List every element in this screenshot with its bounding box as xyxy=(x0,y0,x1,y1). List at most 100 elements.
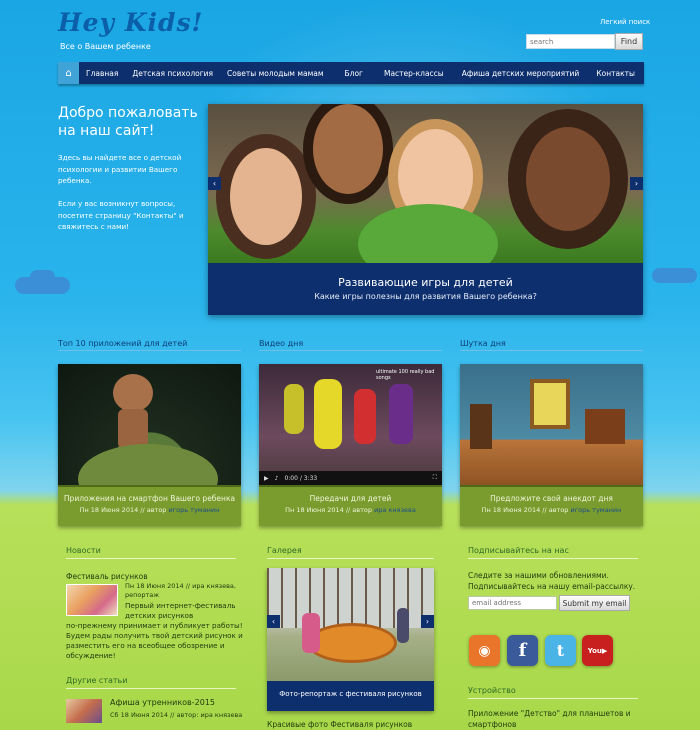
nav-item-events[interactable]: Афиша детских мероприятий xyxy=(455,69,590,78)
search-button[interactable]: Find xyxy=(615,33,643,50)
nav-item-blog[interactable]: Блог xyxy=(338,69,377,78)
rss-icon[interactable]: ◉ xyxy=(469,635,500,666)
other-article-title[interactable]: Афиша утренников-2015 xyxy=(110,698,215,707)
other-articles-heading: Другие статьи xyxy=(66,676,236,689)
video-controls[interactable]: ▶ ♪ 0:00 / 3:33 ⛶ xyxy=(259,471,442,485)
child-shirt xyxy=(358,204,498,263)
fullscreen-icon[interactable]: ⛶ xyxy=(433,474,437,482)
card-caption: Приложения на смартфон Вашего ребенка Пн… xyxy=(58,485,241,526)
device-heading: Устройство xyxy=(468,686,638,699)
slider-next-button[interactable]: › xyxy=(630,177,643,190)
section-title-apps: Топ 10 приложений для детей xyxy=(58,339,241,351)
gallery-prev-button[interactable]: ‹ xyxy=(267,615,280,628)
slide-title[interactable]: Развивающие игры для детей xyxy=(208,276,643,289)
video-overlay-text: ultimate 100 really bad songs xyxy=(376,369,435,381)
search-input[interactable] xyxy=(526,34,615,49)
window xyxy=(530,379,570,429)
nav-item-contacts[interactable]: Контакты xyxy=(589,69,642,78)
dresser xyxy=(585,409,625,444)
card-caption: Предложите свой анекдот дня Пн 18 Июня 2… xyxy=(460,485,643,526)
news-item-title[interactable]: Фестиваль рисунков xyxy=(66,572,148,581)
news-heading: Новости xyxy=(66,546,236,559)
card-apps[interactable]: Приложения на смартфон Вашего ребенка Пн… xyxy=(58,364,241,526)
card-title[interactable]: Предложите свой анекдот дня xyxy=(460,494,643,503)
subscribe-button[interactable]: Submit my email xyxy=(559,595,630,611)
nav-item-main[interactable]: Главная xyxy=(79,69,125,78)
search-title: Легкий поиск xyxy=(600,18,651,26)
home-icon[interactable]: ⌂ xyxy=(58,62,79,84)
character xyxy=(354,389,376,444)
play-icon[interactable]: ▶ xyxy=(264,475,269,482)
card-video[interactable]: ultimate 100 really bad songs ▶ ♪ 0:00 /… xyxy=(259,364,442,526)
gallery-next-button[interactable]: › xyxy=(421,615,434,628)
video-player[interactable]: ultimate 100 really bad songs ▶ ♪ 0:00 /… xyxy=(259,364,442,485)
card-image xyxy=(58,364,241,485)
child-face xyxy=(216,134,316,259)
nav-item-psychology[interactable]: Детская психология xyxy=(125,69,220,78)
welcome-text-2: Если у вас возникнут вопросы, посетите с… xyxy=(58,199,184,231)
welcome-text-1: Здесь вы найдете все о детской психологи… xyxy=(58,153,182,185)
door xyxy=(470,404,492,449)
sackboy-body xyxy=(118,409,148,449)
other-article-thumbnail[interactable] xyxy=(66,699,102,723)
slide-photo xyxy=(208,104,643,263)
slide-caption: Развивающие игры для детей Какие игры по… xyxy=(208,263,643,315)
slide-subtitle: Какие игры полезны для развития Вашего р… xyxy=(314,292,537,301)
site-tagline: Все о Вашем ребенке xyxy=(60,42,151,51)
child-face xyxy=(303,104,393,204)
nav-item-masterclasses[interactable]: Мастер-классы xyxy=(377,69,455,78)
section-title-video: Видео дня xyxy=(259,339,442,351)
card-meta: Пн 18 Июня 2014 // автор игорь туманин xyxy=(460,506,643,514)
character xyxy=(314,379,342,449)
card-author[interactable]: игорь туманин xyxy=(571,506,622,514)
child-face xyxy=(508,109,628,249)
card-author[interactable]: игорь туманин xyxy=(169,506,220,514)
hero-slider[interactable]: ‹ › Развивающие игры для детей Какие игр… xyxy=(208,104,643,315)
main-nav: ⌂ Главная Детская психология Советы моло… xyxy=(58,62,644,84)
card-meta: Пн 18 Июня 2014 // автор игорь туманин xyxy=(58,506,241,514)
child-figure xyxy=(397,608,409,643)
card-meta: Пн 18 Июня 2014 // автор ира князева xyxy=(259,506,442,514)
facebook-icon[interactable]: f xyxy=(507,635,538,666)
gallery-description[interactable]: Красивые фото Фестиваля рисунков xyxy=(267,720,412,729)
card-date: Пн 18 Июня 2014 // автор xyxy=(285,506,372,514)
carousel-ride xyxy=(307,623,397,663)
section-title-joke: Шутка дня xyxy=(460,339,643,351)
card-title[interactable]: Передачи для детей xyxy=(259,494,442,503)
email-field[interactable] xyxy=(468,596,557,610)
subscribe-heading: Подписывайтесь на нас xyxy=(468,546,638,559)
character xyxy=(389,384,413,444)
card-date: Пн 18 Июня 2014 // автор xyxy=(79,506,167,514)
gallery-slider[interactable]: ‹ › Фото-репортаж с фестиваля рисунков xyxy=(267,568,434,711)
card-joke[interactable]: Предложите свой анекдот дня Пн 18 Июня 2… xyxy=(460,364,643,526)
video-time: 0:00 / 3:33 xyxy=(284,474,318,482)
slider-prev-button[interactable]: ‹ xyxy=(208,177,221,190)
device-text[interactable]: Приложение "Детство" для планшетов и сма… xyxy=(468,708,638,730)
card-caption: Передачи для детей Пн 18 Июня 2014 // ав… xyxy=(259,485,442,526)
sackboy-head xyxy=(113,374,153,412)
subscribe-text: Следите за нашими обновлениями. Подписыв… xyxy=(468,571,636,591)
card-title[interactable]: Приложения на смартфон Вашего ребенка xyxy=(58,494,241,503)
child-figure xyxy=(302,613,320,653)
gallery-caption: Фото-репортаж с фестиваля рисунков xyxy=(267,681,434,711)
twitter-icon[interactable]: t xyxy=(545,635,576,666)
cloud-decoration xyxy=(652,268,697,283)
news-thumbnail[interactable] xyxy=(66,584,118,616)
other-article-meta: Сб 18 Июня 2014 // автор: ира князева xyxy=(110,711,243,719)
gallery-heading: Галерея xyxy=(267,546,434,559)
volume-icon[interactable]: ♪ xyxy=(275,475,279,482)
gallery-photo xyxy=(267,568,434,681)
card-author[interactable]: ира князева xyxy=(374,506,416,514)
card-image xyxy=(460,364,643,485)
welcome-title: Добро пожаловать на наш сайт! xyxy=(58,105,198,139)
cloud-decoration xyxy=(30,270,55,284)
youtube-icon[interactable]: You▶ xyxy=(582,635,613,666)
globe xyxy=(78,444,218,485)
site-logo[interactable]: Hey Kids! xyxy=(58,8,204,37)
news-item-body: Первый интернет-фестиваль детских рисунк… xyxy=(125,601,236,620)
news-item-body-cont: по-прежнему принимает и публикует работы… xyxy=(66,621,243,660)
nav-item-tips[interactable]: Советы молодым мамам xyxy=(220,69,337,78)
character xyxy=(284,384,304,434)
news-item-meta: Пн 18 Июня 2014 // ира князева, репортаж xyxy=(125,582,236,599)
card-date: Пн 18 Июня 2014 // автор xyxy=(481,506,569,514)
